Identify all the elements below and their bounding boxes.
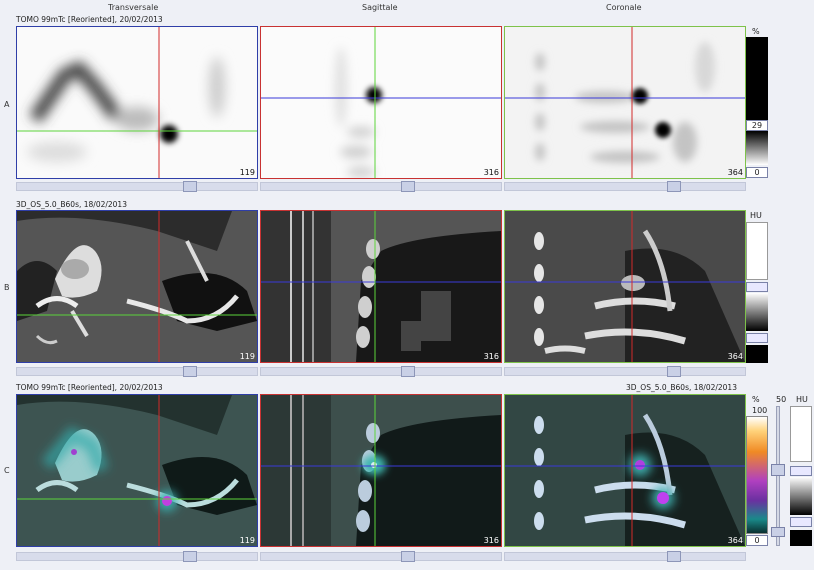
spect-transverse-image [17, 27, 257, 178]
slice-scrollbar-coronal-c[interactable] [504, 551, 746, 562]
slice-scrollbar-transverse-c[interactable] [16, 551, 258, 562]
ct-sagittal-view[interactable]: 316 [260, 210, 502, 363]
slice-number-transverse-a: 119 [239, 168, 255, 177]
scrollbar-thumb[interactable] [401, 366, 415, 377]
column-title-sagittal: Sagittale [362, 3, 398, 12]
fusion-transverse-image [17, 395, 257, 546]
series-info-row-b: 3D_OS_5.0_B60s, 18/02/2013 [16, 200, 127, 209]
scale-c-min-value[interactable]: 0 [746, 535, 768, 546]
scale-b-unit: HU [750, 211, 762, 220]
slice-scrollbar-coronal-a[interactable] [504, 181, 746, 192]
slice-number-sagittal-b: 316 [483, 352, 499, 361]
fusion-coronal-view[interactable]: 364 [504, 394, 746, 547]
scale-a-unit: % [752, 27, 760, 36]
scrollbar-thumb[interactable] [183, 181, 197, 192]
fusion-coronal-image [505, 395, 745, 546]
scale-c-colorbar [746, 416, 768, 534]
scale-c-hu-level-handle[interactable] [790, 466, 812, 476]
slice-number-sagittal-c: 316 [483, 536, 499, 545]
row-label-a: A [4, 100, 10, 109]
scrollbar-thumb[interactable] [667, 366, 681, 377]
scale-a-level-value[interactable]: 29 [746, 120, 768, 131]
scale-c-hu-gradient [790, 477, 812, 515]
series-info-row-c-left: TOMO 99mTc [Reoriented], 20/02/2013 [16, 383, 163, 392]
fusion-sagittal-view[interactable]: 316 [260, 394, 502, 547]
scrollbar-thumb[interactable] [183, 366, 197, 377]
slice-number-transverse-b: 119 [239, 352, 255, 361]
ct-coronal-view[interactable]: 364 [504, 210, 746, 363]
spect-sagittal-image [261, 27, 501, 178]
slice-number-coronal-c: 364 [727, 536, 743, 545]
ct-transverse-image [17, 211, 257, 362]
ct-coronal-image [505, 211, 745, 362]
series-info-row-a: TOMO 99mTc [Reoriented], 20/02/2013 [16, 15, 163, 24]
slice-number-coronal-b: 364 [727, 352, 743, 361]
scale-c-blend-value: 50 [776, 395, 787, 404]
scale-c-max-value: 100 [752, 406, 768, 415]
row-label-b: B [4, 283, 10, 292]
blend-slider-thumb[interactable] [771, 464, 785, 476]
scrollbar-thumb[interactable] [183, 551, 197, 562]
ct-sagittal-image [261, 211, 501, 362]
scale-b-colorbar-bottom [746, 345, 768, 363]
scrollbar-thumb[interactable] [401, 181, 415, 192]
scale-c-hu-bottom [790, 530, 812, 546]
scale-a-colorbar-gradient [746, 131, 768, 165]
scrollbar-thumb[interactable] [667, 181, 681, 192]
ct-transverse-view[interactable]: 119 [16, 210, 258, 363]
row-label-c: C [4, 466, 10, 475]
scale-b-window-handle[interactable] [746, 333, 768, 343]
scale-c-hu-window-handle[interactable] [790, 517, 812, 527]
scale-a-min-value[interactable]: 0 [746, 167, 768, 178]
fusion-sagittal-image [261, 395, 501, 546]
slice-scrollbar-transverse-b[interactable] [16, 366, 258, 377]
spect-transverse-view[interactable]: 119 [16, 26, 258, 179]
slice-scrollbar-sagittal-b[interactable] [260, 366, 502, 377]
series-info-row-c-right: 3D_OS_5.0_B60s, 18/02/2013 [626, 383, 737, 392]
blend-slider-track[interactable] [776, 406, 780, 546]
scrollbar-thumb[interactable] [667, 551, 681, 562]
column-title-transverse: Transversale [108, 3, 159, 12]
blend-slider-lower-thumb[interactable] [771, 527, 785, 537]
slice-number-transverse-c: 119 [239, 536, 255, 545]
scale-b-colorbar-gradient [746, 293, 768, 331]
slice-number-sagittal-a: 316 [483, 168, 499, 177]
scale-c-unit-hu: HU [796, 395, 808, 404]
scale-c-unit-pct: % [752, 395, 760, 404]
scale-c-hu-top [790, 406, 812, 462]
scale-b-level-handle[interactable] [746, 282, 768, 292]
fusion-transverse-view[interactable]: 119 [16, 394, 258, 547]
scale-b-colorbar-top [746, 222, 768, 280]
slice-scrollbar-sagittal-c[interactable] [260, 551, 502, 562]
scale-a-colorbar-top [746, 37, 768, 120]
slice-scrollbar-transverse-a[interactable] [16, 181, 258, 192]
slice-scrollbar-sagittal-a[interactable] [260, 181, 502, 192]
scrollbar-thumb[interactable] [401, 551, 415, 562]
slice-scrollbar-coronal-b[interactable] [504, 366, 746, 377]
spect-coronal-view[interactable]: 364 [504, 26, 746, 179]
spect-sagittal-view[interactable]: 316 [260, 26, 502, 179]
slice-number-coronal-a: 364 [727, 168, 743, 177]
column-title-coronal: Coronale [606, 3, 642, 12]
spect-coronal-image [505, 27, 745, 178]
